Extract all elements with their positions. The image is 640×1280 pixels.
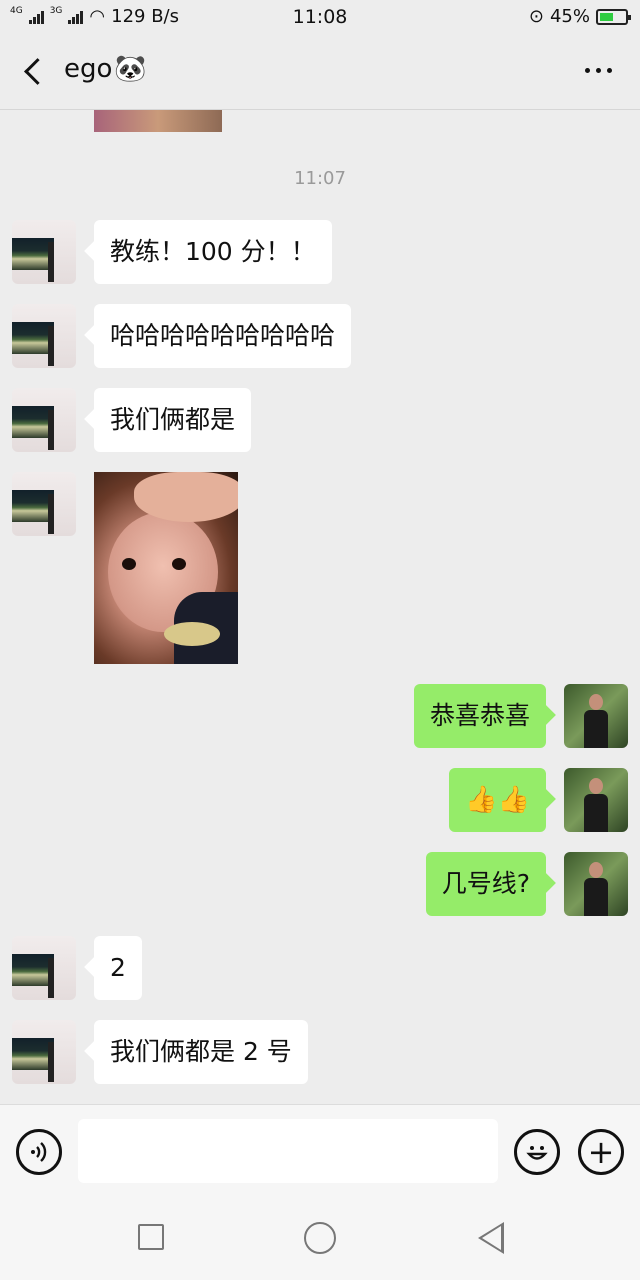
my-avatar[interactable] [564, 768, 628, 832]
message-row: 几号线? [0, 852, 640, 916]
chat-title: ego 🐼 [64, 54, 147, 84]
plus-icon[interactable]: + [578, 1129, 624, 1175]
rotation-lock-icon: ⊙ [528, 6, 544, 27]
battery-percent: 45% [549, 6, 590, 27]
message-bubble-outgoing-thumbs-up[interactable]: 👍👍 [449, 768, 546, 832]
message-row: 哈哈哈哈哈哈哈哈哈 [0, 304, 640, 368]
my-avatar[interactable] [564, 852, 628, 916]
panda-emoji-icon: 🐼 [114, 54, 147, 84]
recent-apps-icon[interactable] [138, 1224, 164, 1250]
more-options-button[interactable] [585, 68, 612, 73]
message-bubble-incoming[interactable]: 我们俩都是 [94, 388, 252, 452]
nav-back-icon[interactable] [478, 1222, 504, 1254]
message-timestamp: 11:07 [294, 168, 346, 189]
status-right: ⊙ 45% [528, 6, 631, 27]
friend-avatar[interactable] [12, 220, 76, 284]
message-row: 我们俩都是 2 号 [0, 1020, 640, 1084]
message-bubble-incoming[interactable]: 教练！100 分！！ [94, 220, 332, 284]
emoji-icon[interactable] [514, 1129, 560, 1175]
message-row [0, 472, 640, 664]
my-avatar[interactable] [564, 684, 628, 748]
friend-avatar[interactable] [12, 388, 76, 452]
system-nav-bar [0, 1198, 640, 1280]
home-icon[interactable] [304, 1222, 336, 1254]
input-bar: + [0, 1104, 640, 1198]
message-input[interactable] [78, 1119, 498, 1183]
friend-avatar[interactable] [12, 936, 76, 1000]
message-bubble-outgoing[interactable]: 恭喜恭喜 [413, 684, 546, 748]
smiley-face-icon [526, 1146, 548, 1160]
image-message-baby-photo[interactable] [94, 472, 238, 664]
message-bubble-incoming[interactable]: 哈哈哈哈哈哈哈哈哈 [94, 304, 352, 368]
battery-icon [596, 8, 631, 25]
message-row: 2 [0, 936, 640, 1000]
friend-avatar[interactable] [12, 304, 76, 368]
message-bubble-incoming[interactable]: 2 [94, 936, 142, 1000]
message-bubble-outgoing[interactable]: 几号线? [425, 852, 546, 916]
chat-title-text: ego [64, 54, 113, 84]
chat-header: ego 🐼 [0, 34, 640, 110]
chat-message-list[interactable]: 11:07 教练！100 分！！ 哈哈哈哈哈哈哈哈哈 我们俩都是 恭喜恭喜 👍👍 [0, 110, 640, 1104]
status-bar: 4G 3G ◠ 129 B/s 11:08 ⊙ 45% [0, 0, 640, 34]
friend-avatar[interactable] [12, 1020, 76, 1084]
back-button[interactable] [16, 54, 52, 90]
message-row: 我们俩都是 [0, 388, 640, 452]
voice-icon[interactable] [16, 1129, 62, 1175]
message-row: 教练！100 分！！ [0, 220, 640, 284]
voice-waves-icon [31, 1142, 47, 1162]
message-bubble-incoming[interactable]: 我们俩都是 2 号 [94, 1020, 308, 1084]
message-row: 👍👍 [0, 768, 640, 832]
message-row: 恭喜恭喜 [0, 684, 640, 748]
friend-avatar[interactable] [12, 472, 76, 536]
previous-image-message[interactable] [94, 110, 222, 132]
